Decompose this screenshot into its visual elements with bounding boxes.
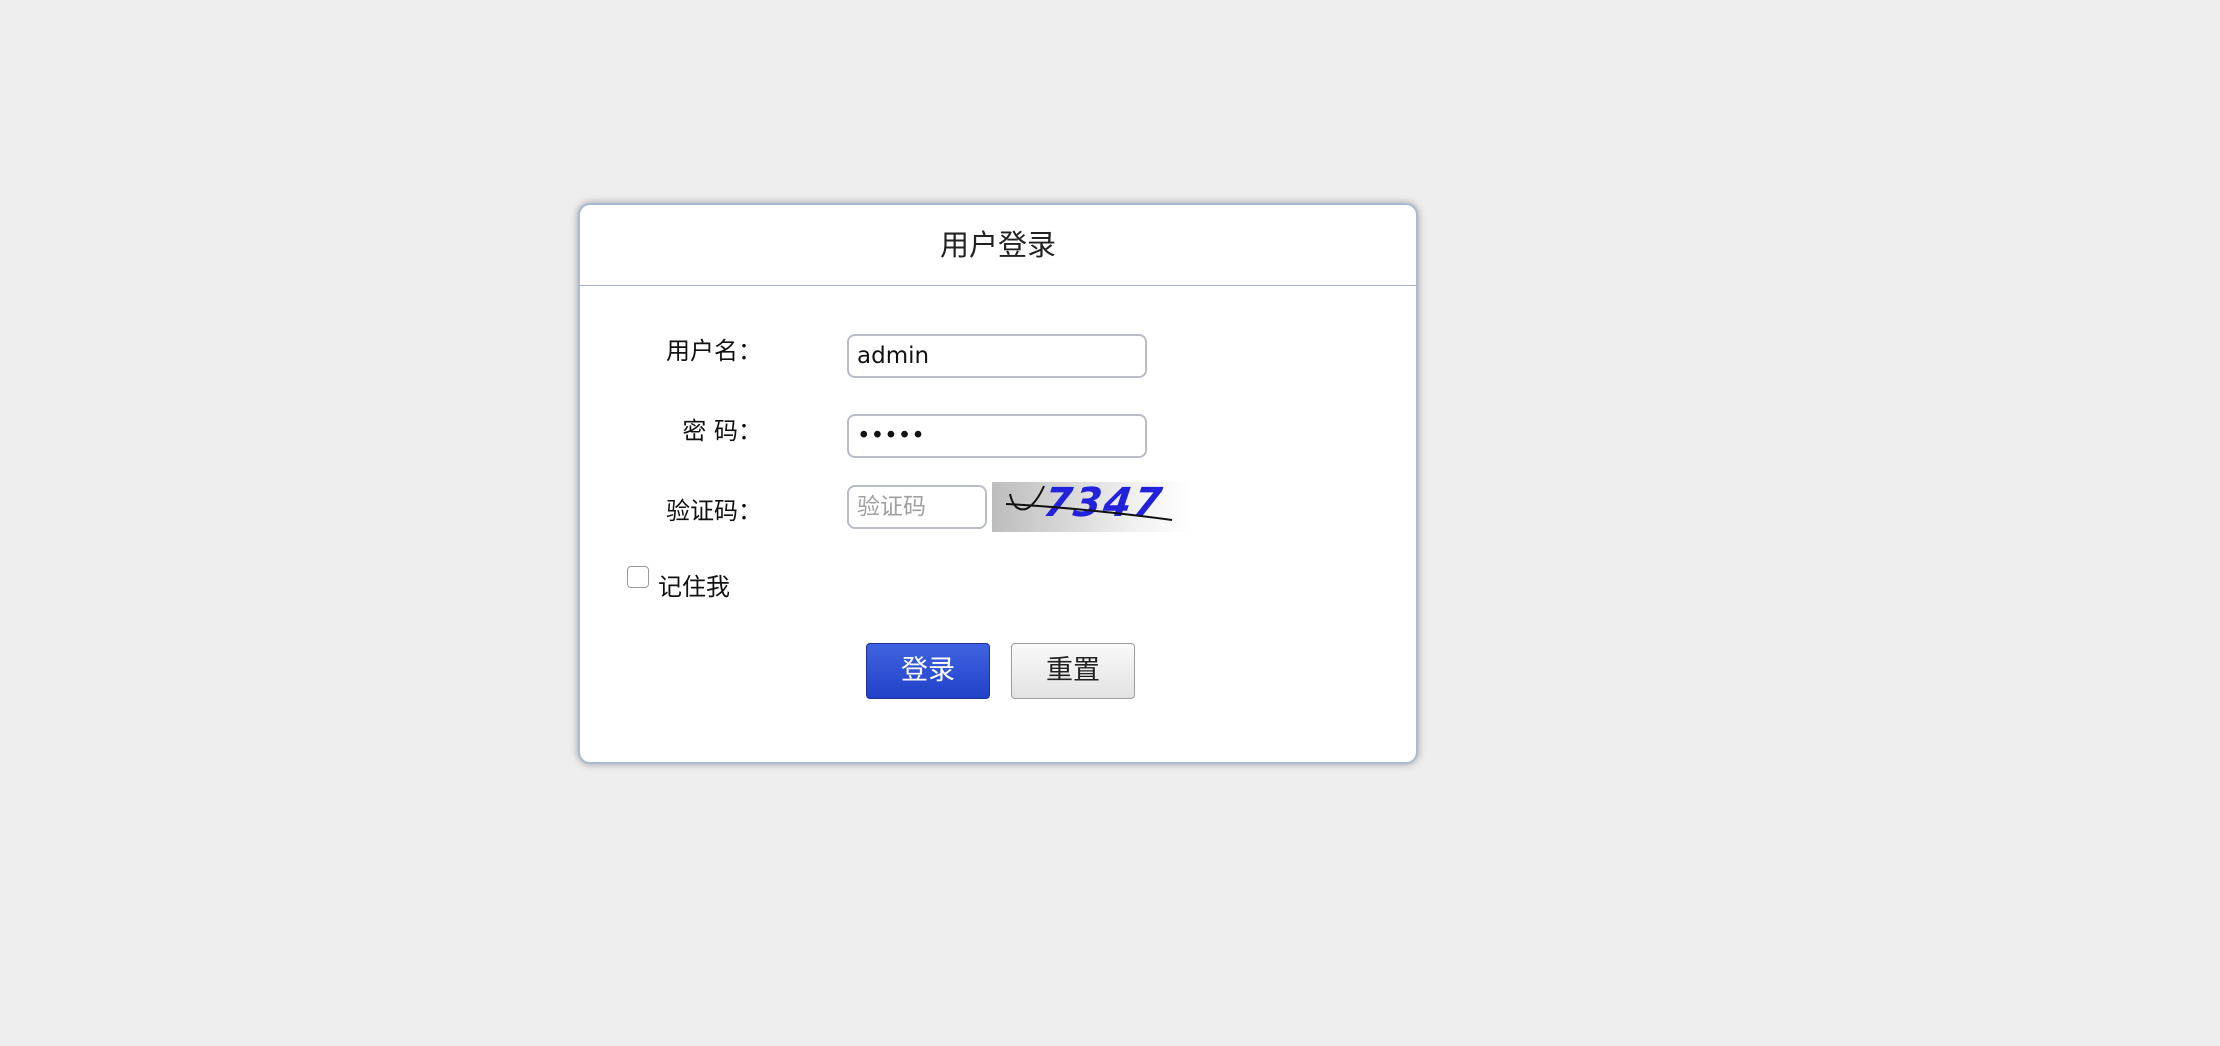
captcha-input[interactable] bbox=[847, 485, 987, 529]
password-label: 密 码： bbox=[682, 417, 762, 445]
username-label: 用户名： bbox=[666, 337, 762, 365]
login-button[interactable]: 登录 bbox=[866, 643, 990, 699]
login-page: 用户登录 用户名： 密 码： 验证码： 7347 记住我 登录 重置 bbox=[0, 0, 2220, 1046]
password-input[interactable] bbox=[847, 414, 1147, 458]
username-input[interactable] bbox=[847, 334, 1147, 378]
captcha-image[interactable]: 7347 bbox=[992, 482, 1192, 532]
remember-me-checkbox[interactable] bbox=[627, 566, 649, 588]
captcha-label: 验证码： bbox=[666, 497, 762, 525]
panel-title: 用户登录 bbox=[580, 205, 1416, 286]
reset-button[interactable]: 重置 bbox=[1011, 643, 1135, 699]
remember-me-label: 记住我 bbox=[658, 573, 730, 601]
login-panel: 用户登录 用户名： 密 码： 验证码： 7347 记住我 登录 重置 bbox=[578, 203, 1418, 764]
captcha-noise-lines bbox=[1005, 485, 1173, 521]
